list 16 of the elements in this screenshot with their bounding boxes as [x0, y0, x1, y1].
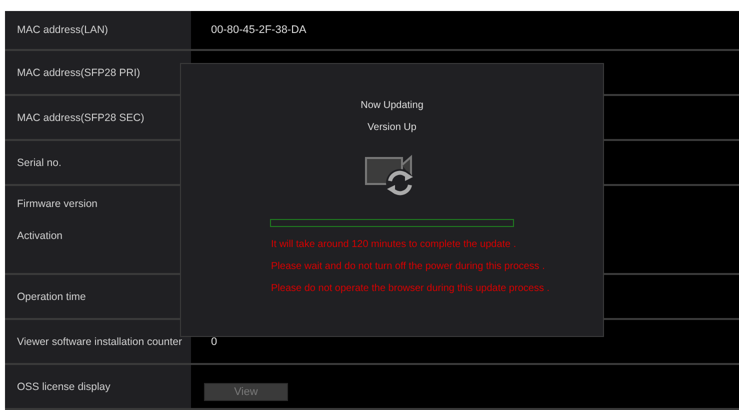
- field-label: Viewer software installation counter: [17, 336, 183, 348]
- field-label: MAC address(SFP28 SEC): [17, 112, 146, 124]
- field-label: OSS license display: [17, 380, 112, 392]
- warning-message: Please wait and do not turn off the power during this process .: [271, 261, 546, 273]
- field-label: Operation time: [17, 290, 87, 302]
- field-value: 0: [211, 336, 218, 348]
- warning-message: It will take around 120 minutes to complete the update .: [271, 239, 518, 251]
- dialog-title: Now Updating: [360, 100, 424, 111]
- field-label: Activation: [17, 230, 64, 242]
- field-label: Firmware version: [17, 198, 99, 210]
- field-label: MAC address(LAN): [17, 24, 110, 36]
- field-label: Serial no.: [17, 156, 62, 168]
- dialog-subtitle: Version Up: [368, 122, 416, 133]
- field-value: 00-80-45-2F-38-DA: [211, 24, 306, 36]
- field-label: MAC address(SFP28 PRI): [17, 66, 142, 78]
- warning-message: Please do not operate the browser during this update process .: [271, 283, 550, 295]
